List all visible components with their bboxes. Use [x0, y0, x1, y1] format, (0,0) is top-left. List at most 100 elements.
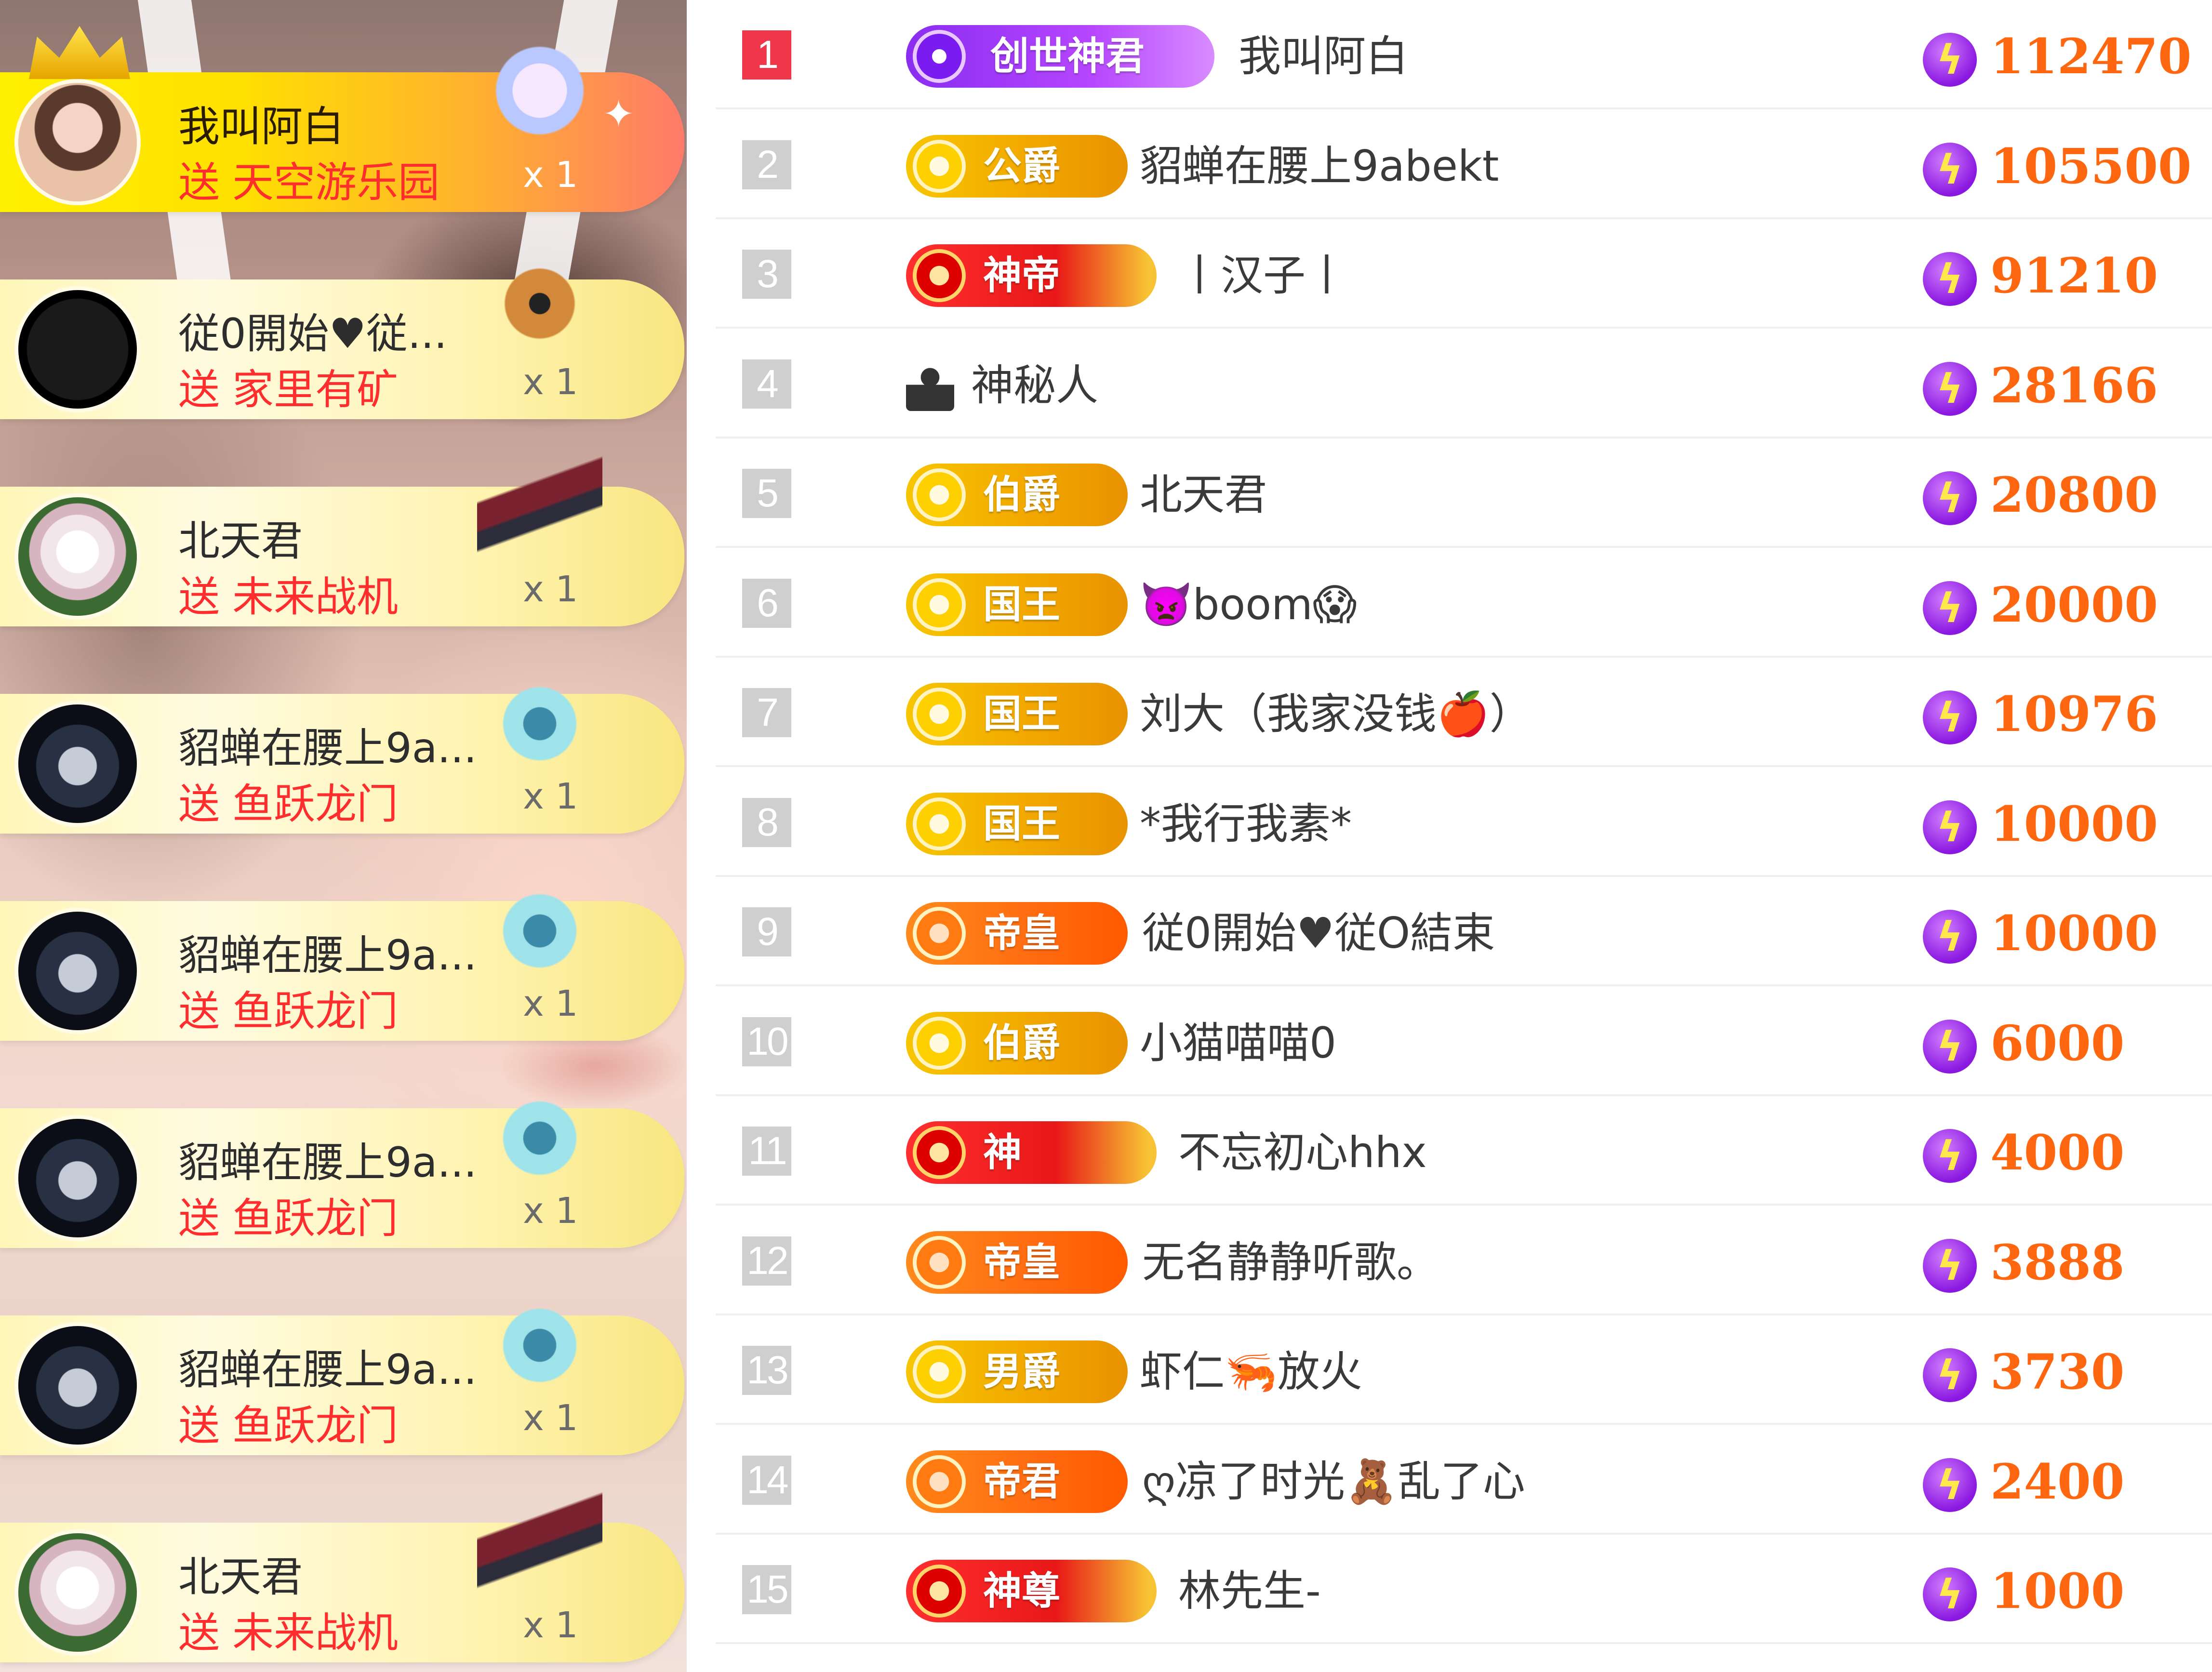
rank-title-badge: 神尊	[906, 1560, 1157, 1622]
ranking-row[interactable]: 1 创世神君 我叫阿白 ϟ 112470	[716, 0, 2212, 109]
badge-emblem-icon	[913, 1235, 966, 1289]
badge-label: 神	[983, 1130, 1022, 1175]
lightning-gem-icon: ϟ	[1923, 33, 1977, 87]
ranking-row[interactable]: 9 帝皇 従0開始♥従O結束 ϟ 10000	[716, 877, 2212, 986]
dragon-gate-gift-icon	[477, 867, 602, 983]
badge-emblem-icon	[913, 1016, 966, 1070]
user-name[interactable]: 我叫阿白	[1239, 25, 1408, 88]
badge-emblem-icon	[913, 1455, 966, 1508]
gift-count: x 1	[523, 1190, 578, 1232]
user-name[interactable]: 刘大（我家没钱🍎）	[1140, 683, 1532, 745]
badge-label: 国王	[983, 801, 1060, 846]
user-name[interactable]: 无名静静听歌。	[1142, 1231, 1439, 1294]
bear-gift-icon	[477, 246, 602, 361]
lightning-gem-icon: ϟ	[1923, 142, 1977, 197]
gift-sender-name: 貂蝉在腰上9a...	[178, 1346, 477, 1394]
contribution-score: 112470	[1990, 28, 2192, 85]
sparkle-icon: ✦	[602, 92, 635, 136]
lightning-gem-icon: ϟ	[1923, 581, 1977, 635]
gift-count: x 1	[523, 983, 578, 1024]
user-name[interactable]: 林先生-	[1178, 1560, 1321, 1622]
crown-icon	[29, 26, 130, 79]
lightning-gem-icon: ϟ	[1923, 1567, 1977, 1621]
rank-number: 12	[742, 1236, 791, 1286]
send-word: 送	[178, 1609, 220, 1657]
gift-send-text: 送鱼跃龙门	[178, 977, 398, 1037]
gift-sender-name: 我叫阿白	[178, 103, 344, 151]
user-name[interactable]: 👿boom😱	[1140, 573, 1357, 636]
ranking-row[interactable]: 3 神帝 丨汉子丨 ϟ 91210	[716, 219, 2212, 329]
rank-title-badge: 伯爵	[906, 464, 1128, 526]
badge-emblem-icon	[913, 688, 966, 741]
masked-avatar[interactable]	[14, 701, 141, 827]
ranking-row[interactable]: 7 国王 刘大（我家没钱🍎） ϟ 10976	[716, 658, 2212, 767]
ranking-row[interactable]: 4 神秘人 ϟ 28166	[716, 329, 2212, 438]
rank-title-badge: 帝皇	[906, 902, 1128, 965]
gift-count: x 1	[523, 1605, 578, 1646]
gift-count: x 1	[523, 1397, 578, 1439]
user-name[interactable]: 北天君	[1140, 464, 1267, 526]
ranking-row[interactable]: 10 伯爵 小猫喵喵0 ϟ 6000	[716, 987, 2212, 1096]
dragon-gate-gift-icon	[477, 660, 602, 776]
user-name[interactable]: 虾仁🦐放火	[1140, 1340, 1362, 1403]
user-name[interactable]: 従0開始♥従O結束	[1142, 902, 1495, 965]
rank-title-badge: 帝君	[906, 1450, 1128, 1513]
user-name[interactable]: 貂蝉在腰上9abekt	[1140, 135, 1499, 198]
gift-notification: 貂蝉在腰上9a... 送鱼跃龙门 x 1	[0, 1282, 687, 1455]
rank-number: 5	[742, 469, 791, 518]
send-word: 送	[178, 159, 220, 207]
badge-label: 国王	[983, 582, 1060, 627]
badge-label: 帝皇	[983, 1239, 1060, 1285]
masked-avatar[interactable]	[14, 1115, 141, 1241]
badge-emblem-icon	[913, 578, 966, 631]
user-name[interactable]: 丨汉子丨	[1178, 244, 1348, 307]
sky-park-gift-icon	[477, 39, 602, 154]
user-name[interactable]: 小猫喵喵0	[1140, 1012, 1336, 1075]
badge-label: 伯爵	[983, 472, 1060, 517]
gift-send-text: 送未来战机	[178, 563, 398, 623]
badge-emblem-icon	[913, 139, 966, 193]
masked-avatar[interactable]	[14, 1322, 141, 1448]
ranking-row[interactable]: 5 伯爵 北天君 ϟ 20800	[716, 438, 2212, 548]
ranking-row[interactable]: 15 神尊 林先生- ϟ 1000	[716, 1535, 2212, 1644]
user-name[interactable]: 不忘初心hhx	[1178, 1121, 1427, 1184]
ranking-row[interactable]: 13 男爵 虾仁🦐放火 ϟ 3730	[716, 1315, 2212, 1425]
gift-notification: 従0開始♥従... 送家里有矿 x 1	[0, 246, 687, 419]
ranking-row[interactable]: 2 公爵 貂蝉在腰上9abekt ϟ 105500	[716, 110, 2212, 219]
dark-avatar[interactable]	[14, 286, 141, 412]
ranking-row[interactable]: 6 国王 👿boom😱 ϟ 20000	[716, 548, 2212, 658]
rank-number: 13	[742, 1346, 791, 1395]
gift-sender-name: 貂蝉在腰上9a...	[178, 931, 477, 980]
ranking-row[interactable]: 12 帝皇 无名静静听歌。 ϟ 3888	[716, 1206, 2212, 1315]
badge-label: 创世神君	[990, 34, 1145, 79]
contribution-score: 20800	[1990, 466, 2158, 523]
rank-number: 10	[742, 1017, 791, 1066]
badge-label: 帝皇	[983, 911, 1060, 955]
gift-item-name: 鱼跃龙门	[232, 780, 398, 828]
badge-emblem-icon	[913, 1126, 966, 1179]
gift-send-text: 送家里有矿	[178, 356, 398, 416]
lotus-avatar[interactable]	[14, 1529, 141, 1656]
rank-number: 2	[742, 140, 791, 189]
user-name[interactable]: *我行我素*	[1140, 793, 1352, 855]
send-word: 送	[178, 1194, 220, 1243]
badge-emblem-icon	[913, 30, 966, 83]
send-word: 送	[178, 780, 220, 828]
ranking-row[interactable]: 11 神 不忘初心hhx ϟ 4000	[716, 1096, 2212, 1206]
lightning-gem-icon: ϟ	[1923, 252, 1977, 306]
contribution-score: 20000	[1990, 576, 2158, 633]
badge-emblem-icon	[913, 1565, 966, 1618]
contribution-score: 91210	[1990, 247, 2158, 304]
contribution-score: 4000	[1990, 1124, 2125, 1181]
ranking-row[interactable]: 8 国王 *我行我素* ϟ 10000	[716, 768, 2212, 877]
badge-label: 国王	[983, 691, 1060, 736]
lightning-gem-icon: ϟ	[1923, 1019, 1977, 1074]
girl-avatar[interactable]	[14, 79, 141, 205]
masked-avatar[interactable]	[14, 908, 141, 1034]
lotus-avatar[interactable]	[14, 493, 141, 620]
gift-item-name: 未来战机	[232, 1609, 398, 1657]
ranking-row[interactable]: 14 帝君 ღ凉了时光🧸乱了心 ϟ 2400	[716, 1425, 2212, 1535]
user-name[interactable]: 神秘人	[971, 354, 1098, 417]
user-name[interactable]: ღ凉了时光🧸乱了心	[1142, 1450, 1525, 1513]
rank-number: 3	[742, 250, 791, 299]
